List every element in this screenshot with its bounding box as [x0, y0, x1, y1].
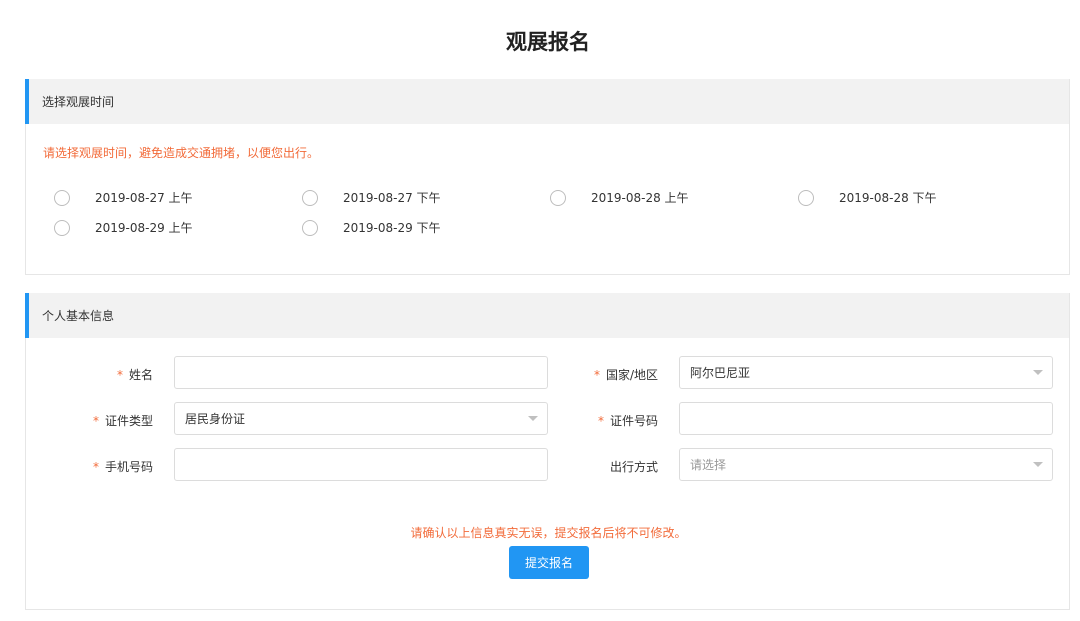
chevron-down-icon [1033, 462, 1043, 467]
radio-option-0829-pm[interactable]: 2019-08-29 下午 [302, 219, 441, 236]
visit-time-header-label: 选择观展时间 [42, 95, 115, 109]
id-type-select[interactable]: 居民身份证 [174, 402, 548, 435]
visit-time-section: 选择观展时间 请选择观展时间，避免造成交通拥堵，以便您出行。 2019-08-2… [25, 79, 1070, 275]
page-title: 观展报名 [506, 30, 590, 54]
radio-option-0827-am[interactable]: 2019-08-27 上午 [54, 189, 193, 206]
phone-label: * 手机号码 [92, 460, 153, 474]
required-mark: * [597, 414, 604, 428]
radio-label: 2019-08-28 上午 [591, 191, 689, 205]
radio-option-0828-pm[interactable]: 2019-08-28 下午 [798, 189, 937, 206]
visit-time-header: 选择观展时间 [25, 79, 1069, 124]
radio-option-0829-am[interactable]: 2019-08-29 上午 [54, 219, 193, 236]
radio-label: 2019-08-29 下午 [343, 221, 441, 235]
travel-mode-label: 出行方式 [609, 460, 658, 474]
travel-mode-placeholder: 请选择 [690, 458, 727, 472]
visit-time-hint: 请选择观展时间，避免造成交通拥堵，以便您出行。 [43, 146, 320, 160]
radio-label: 2019-08-27 上午 [95, 191, 193, 205]
radio-label: 2019-08-28 下午 [839, 191, 937, 205]
radio-button[interactable] [302, 219, 318, 236]
personal-info-header: 个人基本信息 [25, 293, 1069, 338]
radio-button[interactable] [550, 189, 566, 206]
confirm-notice: 请确认以上信息真实无误，提交报名后将不可修改。 [410, 526, 687, 540]
country-label: * 国家/地区 [593, 368, 658, 382]
required-mark: * [92, 460, 99, 474]
required-mark: * [116, 368, 123, 382]
personal-info-header-label: 个人基本信息 [42, 309, 115, 323]
name-input[interactable] [174, 356, 548, 389]
id-number-input[interactable] [679, 402, 1053, 435]
radio-button[interactable] [54, 189, 70, 206]
radio-label: 2019-08-27 下午 [343, 191, 441, 205]
chevron-down-icon [528, 416, 538, 421]
chevron-down-icon [1033, 370, 1043, 375]
id-type-select-value: 居民身份证 [185, 412, 246, 426]
radio-button[interactable] [798, 189, 814, 206]
personal-info-section: 个人基本信息 * 姓名 * 国家/地区 阿尔巴尼亚 * 证件类型 居民身份证 * 证件号… [25, 293, 1070, 610]
radio-button[interactable] [302, 189, 318, 206]
radio-option-0827-pm[interactable]: 2019-08-27 下午 [302, 189, 441, 206]
submit-button[interactable]: 提交报名 [509, 546, 589, 579]
radio-button[interactable] [54, 219, 70, 236]
required-mark: * [92, 414, 99, 428]
radio-label: 2019-08-29 上午 [95, 221, 193, 235]
country-select[interactable]: 阿尔巴尼亚 [679, 356, 1053, 389]
radio-option-0828-am[interactable]: 2019-08-28 上午 [550, 189, 689, 206]
phone-input[interactable] [174, 448, 548, 481]
id-type-label: * 证件类型 [92, 414, 153, 428]
travel-mode-select[interactable]: 请选择 [679, 448, 1053, 481]
required-mark: * [593, 368, 600, 382]
name-label: * 姓名 [116, 368, 153, 382]
id-number-label: * 证件号码 [597, 414, 658, 428]
country-select-value: 阿尔巴尼亚 [690, 366, 751, 380]
